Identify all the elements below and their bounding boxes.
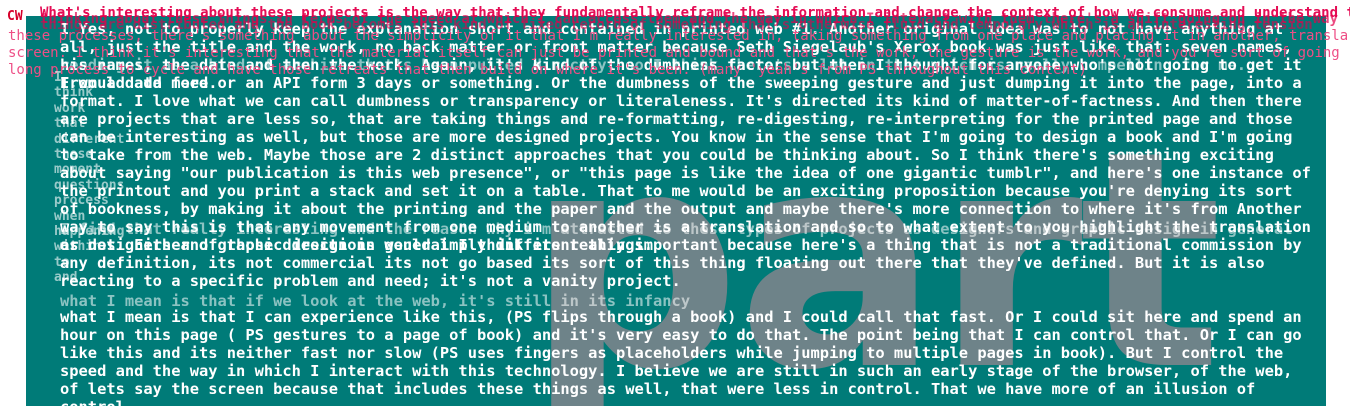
word-column-item: different	[54, 131, 125, 147]
paragraph-2: From a data feed or an API form 3 days o…	[60, 74, 1311, 254]
word-column-item: moment	[54, 162, 101, 178]
word-column-item: questions	[54, 177, 125, 193]
word-column-item: that	[54, 116, 86, 132]
content-panel: part reading it as a kind of archive tha…	[26, 16, 1326, 406]
word-column-item: within	[54, 239, 101, 255]
word-column-item: I	[54, 70, 62, 85]
word-column-item: these	[54, 146, 94, 162]
cw-label[interactable]: CW	[6, 9, 24, 24]
paragraph-4: what I mean is that I can experience lik…	[60, 308, 1302, 406]
word-column-item: and	[54, 270, 78, 286]
word-column-item: happening	[54, 223, 125, 239]
paragraph-3: as designers and graphic design in gener…	[60, 236, 1302, 290]
word-column-item: work	[54, 100, 86, 116]
word-column-item: to	[54, 254, 70, 270]
word-column: I think work that different these moment…	[54, 70, 144, 285]
word-column-item: think	[54, 85, 94, 101]
word-column-item: process	[54, 193, 109, 209]
word-column-item: when	[54, 208, 86, 224]
